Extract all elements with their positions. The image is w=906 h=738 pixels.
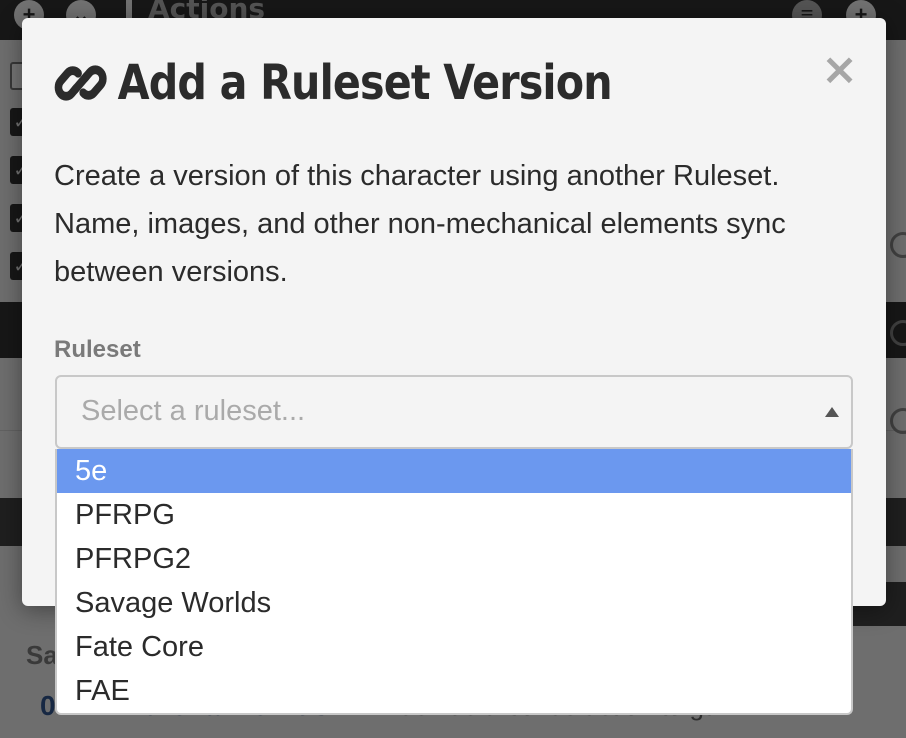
ruleset-option-pfrpg2[interactable]: PFRPG2 bbox=[57, 537, 851, 581]
link-icon bbox=[54, 65, 107, 101]
ruleset-option-fae[interactable]: FAE bbox=[57, 669, 851, 713]
ruleset-label: Ruleset bbox=[54, 336, 141, 363]
chevron-up-icon[interactable] bbox=[825, 407, 839, 417]
ruleset-option-fate-core[interactable]: Fate Core bbox=[57, 625, 851, 669]
ruleset-dropdown-list: 5e PFRPG PFRPG2 Savage Worlds Fate Core … bbox=[55, 449, 853, 715]
ruleset-select[interactable]: Select a ruleset... bbox=[55, 375, 853, 449]
ruleset-select-placeholder: Select a ruleset... bbox=[81, 395, 306, 427]
modal-title-text: Add a Ruleset Version bbox=[117, 55, 613, 111]
ruleset-option-savage-worlds[interactable]: Savage Worlds bbox=[57, 581, 851, 625]
ruleset-option-pfrpg[interactable]: PFRPG bbox=[57, 493, 851, 537]
modal-title: Add a Ruleset Version bbox=[54, 52, 613, 114]
close-button[interactable]: × bbox=[821, 48, 858, 92]
ruleset-option-5e[interactable]: 5e bbox=[57, 449, 851, 493]
modal-description: Create a version of this character using… bbox=[54, 160, 786, 288]
